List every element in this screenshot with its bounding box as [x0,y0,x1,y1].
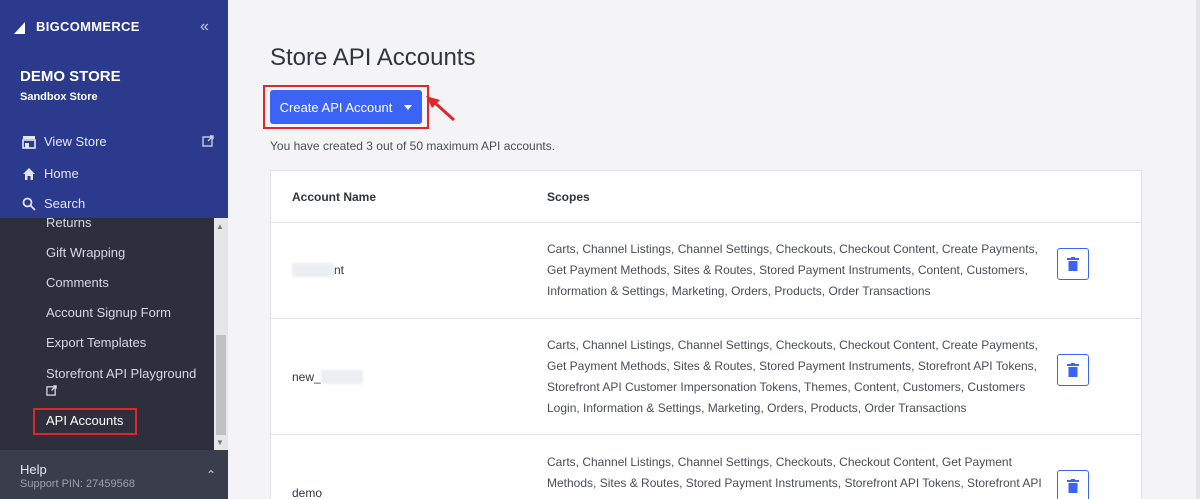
nav-label: Home [44,166,79,181]
column-header-account-name: Account Name [292,190,377,204]
nav-home[interactable]: Home [22,166,79,181]
trash-icon [1067,363,1079,377]
bigcommerce-logo[interactable]: BIGCOMMERCE [14,18,140,34]
nav-label: View Store [44,134,107,149]
trash-icon [1067,257,1079,271]
help-label[interactable]: Help [20,462,47,477]
chevron-up-icon[interactable]: ⌃ [206,468,216,482]
nav-search[interactable]: Search [22,196,85,211]
table-row-account-name: demo [292,486,323,499]
column-header-scopes: Scopes [547,190,590,204]
delete-button[interactable] [1057,354,1089,386]
nav-view-store[interactable]: View Store [22,134,107,149]
collapse-sidebar-icon[interactable]: « [200,18,209,36]
logo-icon [14,22,25,34]
support-pin: Support PIN: 27459568 [20,478,135,490]
external-link-icon[interactable] [46,385,57,396]
main-content: Store API Accounts Create API Account Yo… [228,0,1200,499]
trash-icon [1067,479,1079,493]
delete-button[interactable] [1057,470,1089,499]
row-divider [270,434,1142,435]
scrollbar-thumb[interactable] [216,335,226,435]
table-row-account-name: xxxxxxxnt [292,263,344,277]
quota-text: You have created 3 out of 50 maximum API… [270,139,556,153]
sidebar-item-comments[interactable]: Comments [46,275,109,290]
arrow-annotation-icon [426,96,456,122]
home-icon [23,167,35,180]
brand-prefix: BIG [36,18,61,34]
nav-label: Search [44,196,86,211]
storefront-icon [22,135,36,149]
caret-down-icon [404,104,413,110]
store-subtitle: Sandbox Store [20,91,98,103]
sidebar-item-storefront-api-playground[interactable]: Storefront API Playground [46,366,196,381]
button-label: Create API Account [279,99,393,115]
table-row-scopes: Carts, Channel Listings, Channel Setting… [547,338,1038,415]
page-title: Store API Accounts [270,44,476,71]
page-scrollbar[interactable] [1196,0,1200,499]
row-divider [270,318,1142,319]
brand-suffix: COMMERCE [60,18,140,34]
row-divider [270,222,1142,223]
delete-button[interactable] [1057,248,1089,280]
sidebar-item-account-signup-form[interactable]: Account Signup Form [46,305,171,320]
table-row-scopes: Carts, Channel Listings, Channel Setting… [547,242,1038,298]
sidebar: BIGCOMMERCE « DEMO STORE Sandbox Store V… [0,0,228,499]
scroll-up-icon[interactable]: ▲ [216,222,224,231]
external-link-icon[interactable] [202,135,214,147]
sidebar-item-returns[interactable]: Returns [46,215,92,230]
scroll-down-icon[interactable]: ▼ [216,438,224,447]
store-name: DEMO STORE [20,68,121,85]
sidebar-item-gift-wrapping[interactable]: Gift Wrapping [46,245,125,260]
highlight-box [33,408,137,435]
table-row-account-name: new_xxxxxxx [292,370,363,384]
search-icon [22,197,36,211]
table-row-scopes: Carts, Channel Listings, Channel Setting… [547,455,1042,490]
create-api-account-button[interactable]: Create API Account [270,90,422,124]
sidebar-item-export-templates[interactable]: Export Templates [46,335,146,350]
